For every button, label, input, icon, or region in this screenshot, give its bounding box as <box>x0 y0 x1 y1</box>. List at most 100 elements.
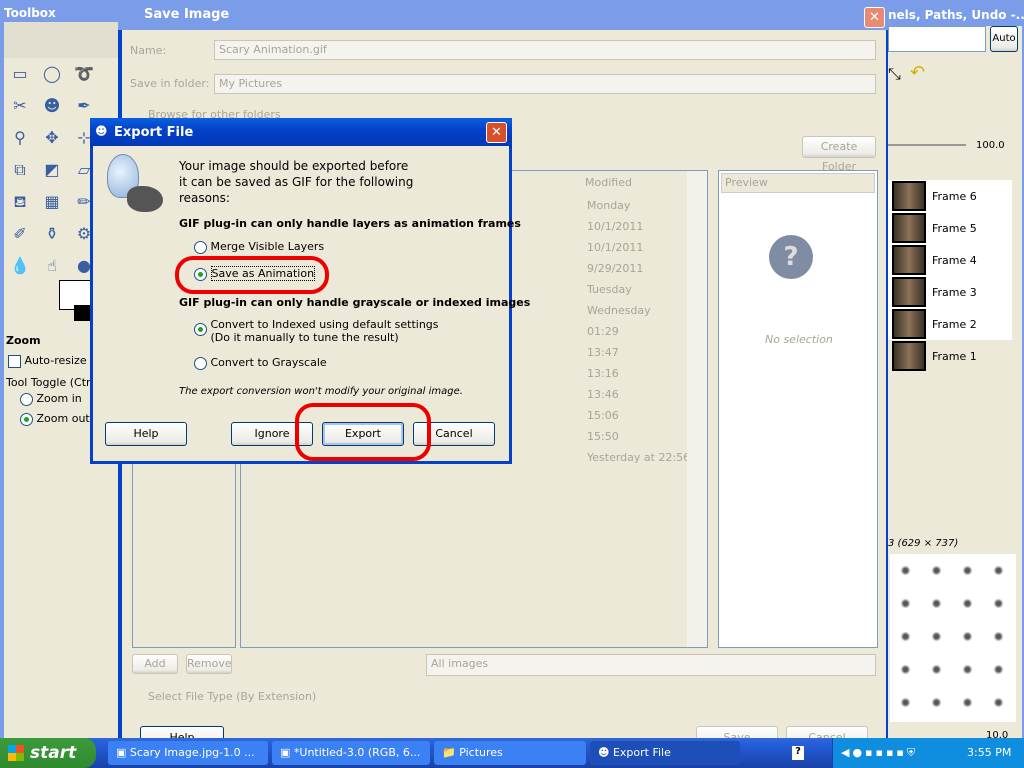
layer-row[interactable]: Frame 5 <box>888 212 1012 244</box>
taskbar-item-untitled[interactable]: ▣ *Untitled-3.0 (RGB, 6... <box>272 741 430 765</box>
brush-grid[interactable] <box>890 554 1016 722</box>
scissors-icon[interactable]: ✂ <box>8 94 32 118</box>
zoom-in-label: Zoom in <box>36 392 82 405</box>
layer-name: Frame 1 <box>932 349 977 363</box>
export-help-button[interactable]: Help <box>105 422 187 446</box>
layer-row[interactable]: Frame 2 <box>888 308 1012 340</box>
tool-toggle-label: Tool Toggle (Ctrl) <box>6 376 98 389</box>
save-image-close-button[interactable]: ✕ <box>864 7 885 28</box>
image-select[interactable] <box>888 26 986 52</box>
paths-tab-icon[interactable]: ⤡ <box>888 64 901 84</box>
modified-cell[interactable]: 9/29/2011 <box>587 258 690 279</box>
layer-name: Frame 5 <box>932 221 977 235</box>
convert-grayscale-radio[interactable] <box>194 356 207 370</box>
move-icon[interactable]: ✥ <box>40 126 64 150</box>
modified-cell[interactable]: 15:06 <box>587 405 690 426</box>
convert-indexed-label: Convert to Indexed using default setting… <box>210 318 439 331</box>
modified-column-header[interactable]: Modified <box>585 176 632 189</box>
wilber-banner <box>4 22 118 58</box>
blur-icon[interactable]: 💧 <box>8 254 32 278</box>
crop-icon[interactable]: ⧉ <box>8 158 32 182</box>
layer-row[interactable]: Frame 3 <box>888 276 1012 308</box>
add-button[interactable]: Add <box>132 654 178 674</box>
export-intro: Your image should be exported before it … <box>179 159 414 205</box>
tray-icons[interactable]: ◀●▪▪▪▪⛨ <box>841 746 918 760</box>
system-tray: ◀●▪▪▪▪⛨ 3:55 PM <box>832 738 1024 768</box>
highlight-save-as-animation <box>175 256 329 294</box>
layer-thumbnail <box>892 181 926 211</box>
taskbar-item-scary-image[interactable]: ▣ Scary Image.jpg-1.0 ... <box>108 741 268 765</box>
section-indexed-heading: GIF plug-in can only handle grayscale or… <box>179 296 531 309</box>
brush-info: 3 (629 × 737) <box>888 538 959 549</box>
layer-name: Frame 2 <box>932 317 977 331</box>
modified-cell[interactable]: 13:16 <box>587 363 690 384</box>
export-title: Export File <box>90 118 512 148</box>
taskbar-item-export-file[interactable]: ☻ Export File <box>590 741 740 765</box>
help-icon[interactable]: ? <box>792 746 804 760</box>
folder-select[interactable]: My Pictures <box>214 74 876 94</box>
rotate-icon[interactable]: ◩ <box>40 158 64 182</box>
export-close-button[interactable]: ✕ <box>486 122 507 143</box>
layer-thumbnail <box>892 277 926 307</box>
modified-cell[interactable]: 13:47 <box>587 342 690 363</box>
export-note: The export conversion won't modify your … <box>179 386 463 397</box>
ellipse-select-icon[interactable]: ◯ <box>40 62 64 86</box>
modified-cell[interactable]: 10/1/2011 <box>587 216 690 237</box>
modified-cell[interactable]: Monday <box>587 195 690 216</box>
opacity-value[interactable]: 100.0 <box>976 140 1005 151</box>
convert-indexed-radio[interactable] <box>194 323 207 336</box>
gradient-icon[interactable]: ▦ <box>40 190 64 214</box>
modified-cell[interactable]: Wednesday <box>587 300 690 321</box>
lasso-icon[interactable]: ➰ <box>72 62 96 86</box>
name-label: Name: <box>130 44 167 57</box>
preview-label: Preview <box>721 173 875 193</box>
layer-row[interactable]: Frame 4 <box>888 244 1012 276</box>
fg-select-icon[interactable]: ☻ <box>40 94 64 118</box>
section-layers-heading: GIF plug-in can only handle layers as an… <box>179 217 521 230</box>
modified-cell[interactable]: Yesterday at 22:56 <box>587 447 690 468</box>
merge-layers-radio[interactable] <box>194 240 207 254</box>
zoom-heading: Zoom <box>6 334 41 347</box>
name-input[interactable]: Scary Animation.gif <box>214 40 876 60</box>
modified-cell[interactable]: 01:29 <box>587 321 690 342</box>
modified-cell[interactable]: 15:50 <box>587 426 690 447</box>
layer-row[interactable]: Frame 1 <box>888 340 1012 372</box>
gimp-title-icon: ☻ <box>95 124 108 138</box>
bucket-icon[interactable]: ⛾ <box>8 190 32 214</box>
zoom-out-label: Zoom out <box>36 412 90 425</box>
zoom-out-radio[interactable] <box>20 412 33 426</box>
layer-thumbnail <box>892 213 926 243</box>
modified-cell[interactable]: 10/1/2011 <box>587 237 690 258</box>
file-type-expander[interactable]: Select File Type (By Extension) <box>148 690 316 703</box>
folder-label: Save in folder: <box>130 77 210 90</box>
layer-row[interactable]: Frame 6 <box>888 180 1012 212</box>
layers-dock: nels, Paths, Undo -... Auto ⤡ ↶ 100.0 Fr… <box>888 0 1024 741</box>
undo-tab-icon[interactable]: ↶ <box>910 62 925 83</box>
toolbox-title: Toolbox <box>4 6 56 20</box>
measure-icon[interactable]: ⚲ <box>8 126 32 150</box>
rect-select-icon[interactable]: ▭ <box>8 62 32 86</box>
remove-button[interactable]: Remove <box>186 654 232 674</box>
create-folder-button[interactable]: Create Folder <box>802 136 876 173</box>
taskbar-item-pictures[interactable]: 📁 Pictures <box>434 741 586 765</box>
modified-cell[interactable]: 13:46 <box>587 384 690 405</box>
convert-grayscale-label: Convert to Grayscale <box>210 356 327 369</box>
windows-logo-icon <box>8 745 24 761</box>
paths-icon[interactable]: ✒ <box>72 94 96 118</box>
save-image-title: Save Image <box>118 0 890 30</box>
ink-icon[interactable]: ⚱ <box>40 222 64 246</box>
wilber-icon <box>127 186 163 212</box>
start-label: start <box>30 743 77 763</box>
filter-select[interactable]: All images <box>426 654 876 676</box>
highlight-export-button <box>295 403 431 461</box>
layer-name: Frame 6 <box>932 189 977 203</box>
airbrush-icon[interactable]: ✐ <box>8 222 32 246</box>
auto-button[interactable]: Auto <box>990 26 1018 52</box>
file-list-scrollbar[interactable] <box>687 171 707 647</box>
smudge-icon[interactable]: ☝ <box>40 254 64 278</box>
modified-cell[interactable]: Tuesday <box>587 279 690 300</box>
opacity-slider[interactable] <box>888 144 966 146</box>
auto-resize-checkbox[interactable] <box>8 354 21 368</box>
zoom-in-radio[interactable] <box>20 392 33 406</box>
clock: 3:55 PM <box>967 746 1012 759</box>
